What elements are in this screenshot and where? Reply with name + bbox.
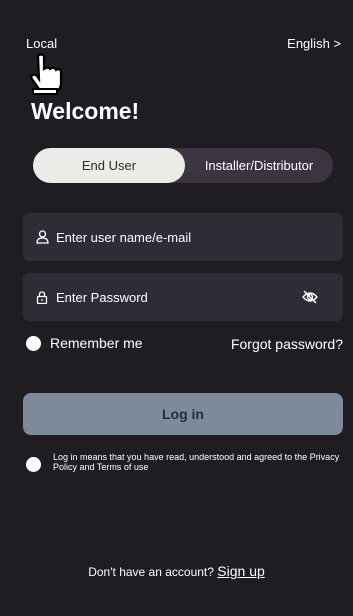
- password-field[interactable]: Enter Password: [23, 273, 343, 321]
- remember-me-label: Remember me: [50, 335, 143, 351]
- signup-link[interactable]: Sign up: [217, 563, 264, 579]
- signup-prompt: Don't have an account?: [88, 565, 214, 579]
- language-selector[interactable]: English >: [287, 36, 341, 51]
- terms-agreement: Log in means that you have read, underst…: [26, 452, 343, 472]
- forgot-password-link[interactable]: Forgot password?: [231, 336, 343, 352]
- region-selector[interactable]: Local: [26, 36, 57, 51]
- terms-text: Log in means that you have read, underst…: [53, 452, 340, 472]
- username-field[interactable]: Enter user name/e-mail: [23, 213, 343, 261]
- signup-row: Don't have an account? Sign up: [0, 563, 353, 579]
- user-type-segment: End User Installer/Distributor: [33, 148, 333, 183]
- segment-end-user[interactable]: End User: [33, 148, 185, 183]
- user-icon: [35, 230, 49, 244]
- eye-off-icon[interactable]: [301, 288, 319, 306]
- lock-icon: [35, 290, 49, 304]
- login-button[interactable]: Log in: [23, 393, 343, 435]
- hand-pointer-icon: [30, 53, 63, 95]
- segment-installer-distributor[interactable]: Installer/Distributor: [185, 148, 333, 183]
- remember-me-radio[interactable]: [26, 335, 41, 351]
- username-placeholder: Enter user name/e-mail: [56, 229, 192, 245]
- welcome-title: Welcome!: [31, 98, 140, 124]
- terms-radio[interactable]: [26, 457, 41, 472]
- password-placeholder: Enter Password: [56, 289, 148, 305]
- remember-me[interactable]: Remember me: [26, 335, 143, 351]
